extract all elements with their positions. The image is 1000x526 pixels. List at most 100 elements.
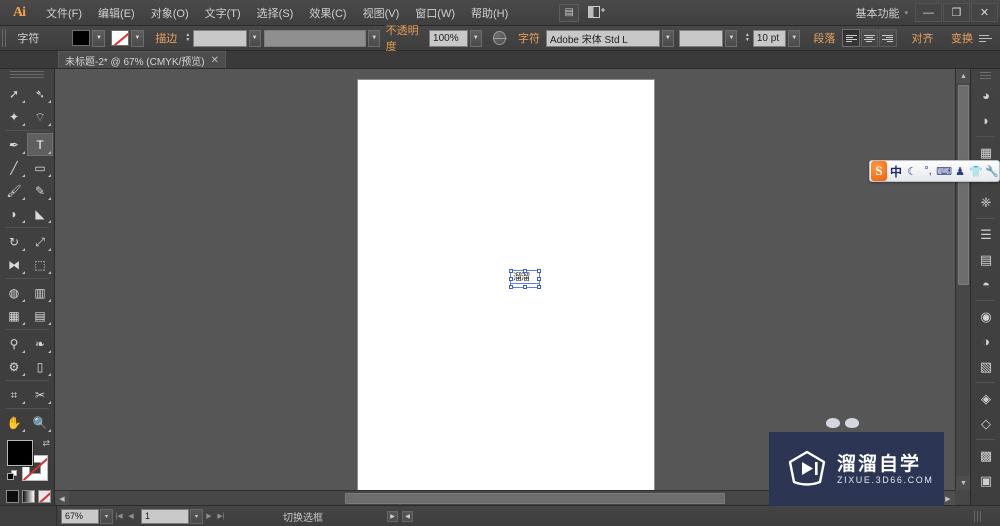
zoom-caret-icon[interactable]: ▾ [100, 508, 113, 524]
first-artboard-button[interactable]: |◀ [113, 509, 125, 524]
stroke-weight-stepper[interactable]: ▲ ▼ [183, 30, 192, 47]
sogou-ime-toolbar[interactable]: S 中 ☾ °, ⌨ ♟ 👕 🔧 [869, 160, 1000, 182]
character-label[interactable]: 字符 [512, 30, 546, 46]
font-family-caret-icon[interactable]: ▼ [661, 29, 674, 47]
column-graph-tool[interactable]: ▯ [27, 355, 53, 378]
menu-type[interactable]: 文字(T) [197, 1, 249, 25]
ime-skin-icon[interactable]: 👕 [969, 162, 983, 180]
menu-window[interactable]: 窗口(W) [407, 1, 463, 25]
default-fill-stroke-icon[interactable] [7, 470, 18, 481]
ime-user-icon[interactable]: ♟ [953, 162, 967, 180]
maximize-button[interactable]: ❐ [943, 3, 970, 22]
symbol-sprayer-tool[interactable]: ⚙ [1, 355, 27, 378]
horizontal-scroll-thumb[interactable] [345, 493, 725, 504]
handle-top-center[interactable] [523, 269, 527, 273]
transform-panel-icon[interactable]: ▤ [971, 247, 1000, 272]
ime-chinese-mode[interactable]: 中 [889, 162, 903, 180]
direct-selection-tool[interactable]: ➴ [27, 82, 53, 105]
fill-swatch[interactable]: ▼ [72, 29, 106, 47]
gradient-button[interactable] [22, 490, 35, 503]
scroll-down-icon[interactable]: ▼ [956, 476, 970, 490]
close-button[interactable]: ✕ [971, 3, 998, 22]
minimize-button[interactable]: — [915, 3, 942, 22]
menu-file[interactable]: 文件(F) [38, 1, 90, 25]
status-message[interactable]: 切换选框 [283, 509, 323, 524]
graphic-styles-panel-icon[interactable]: ◇ [971, 411, 1000, 436]
eraser-tool[interactable]: ◣ [27, 202, 53, 225]
slice-tool[interactable]: ✂ [27, 383, 53, 406]
opacity-caret-icon[interactable]: ▼ [469, 29, 482, 47]
color-panel-icon[interactable]: ◕ [971, 83, 1000, 108]
menu-edit[interactable]: 编辑(E) [90, 1, 143, 25]
scale-tool[interactable]: ⤢ [27, 230, 53, 253]
blob-brush-tool[interactable]: ◗ [1, 202, 27, 225]
status-collapse-icon[interactable]: ◀ [402, 510, 413, 522]
dock-grip[interactable] [980, 72, 991, 81]
panel-grip[interactable] [2, 29, 9, 47]
transparency-panel-icon[interactable]: ▧ [971, 354, 1000, 379]
hand-tool[interactable]: ✋ [1, 411, 27, 434]
pencil-tool[interactable]: ✎ [27, 179, 53, 202]
opacity-label[interactable]: 不透明度 [386, 22, 426, 54]
handle-middle-left[interactable] [509, 277, 513, 281]
menu-object[interactable]: 对象(O) [143, 1, 197, 25]
font-family-select[interactable]: Adobe 宋体 Std L [546, 29, 660, 47]
menu-select[interactable]: 选择(S) [249, 1, 302, 25]
menu-view[interactable]: 视图(V) [355, 1, 408, 25]
paintbrush-tool[interactable]: 🖌 [1, 179, 27, 202]
tools-panel-grip[interactable] [10, 71, 44, 79]
font-style-select[interactable] [679, 29, 724, 47]
pen-tool[interactable]: ✒ [1, 133, 27, 156]
prev-artboard-button[interactable]: ◀ [125, 509, 137, 524]
artboard[interactable] [358, 80, 654, 500]
line-segment-tool[interactable]: ╱ [1, 156, 27, 179]
handle-top-left[interactable] [509, 269, 513, 273]
handle-bottom-center[interactable] [523, 285, 527, 289]
status-expand-icon[interactable]: ▶ [387, 510, 398, 522]
artboard-tool[interactable]: ⌗ [1, 383, 27, 406]
graphic-style-icon[interactable] [493, 31, 508, 45]
ime-halfwidth-icon[interactable]: °, [921, 162, 935, 180]
fill-caret-icon[interactable]: ▼ [92, 29, 106, 47]
handle-top-right[interactable] [537, 269, 541, 273]
mesh-tool[interactable]: ▦ [1, 304, 27, 327]
color-guide-panel-icon[interactable]: ◗ [971, 108, 1000, 133]
lasso-tool[interactable]: ⌔ [27, 105, 53, 128]
eyedropper-tool[interactable]: ⚲ [1, 332, 27, 355]
font-size-input[interactable]: 10 pt [752, 29, 787, 47]
stroke-panel-icon[interactable]: ◉ [971, 304, 1000, 329]
stroke-weight-input[interactable] [193, 29, 247, 47]
swap-fill-stroke-icon[interactable]: ⇄ [42, 438, 50, 449]
rotate-tool[interactable]: ↻ [1, 230, 27, 253]
stroke-swatch[interactable]: ▼ [110, 29, 144, 47]
align-left-button[interactable] [842, 29, 860, 47]
panel-menu-icon[interactable] [979, 30, 992, 46]
scroll-left-icon[interactable]: ◀ [55, 491, 69, 505]
document-tab[interactable]: 未标题-2* @ 67% (CMYK/预览) ✕ [58, 51, 227, 68]
last-artboard-button[interactable]: ▶| [215, 509, 227, 524]
align-center-button[interactable] [860, 29, 879, 47]
blend-tool[interactable]: ❧ [27, 332, 53, 355]
ime-toolbox-icon[interactable]: 🔧 [985, 162, 999, 180]
gradient-tool[interactable]: ▤ [27, 304, 53, 327]
canvas-vertical-scrollbar[interactable]: ▲ ▼ [955, 69, 970, 490]
color-button[interactable] [6, 490, 19, 503]
vertical-scroll-thumb[interactable] [958, 85, 969, 285]
stroke-caret-icon[interactable]: ▼ [130, 29, 144, 47]
handle-bottom-left[interactable] [509, 285, 513, 289]
symbols-panel-icon[interactable]: ❈ [971, 190, 1000, 215]
type-tool[interactable]: T [27, 133, 53, 156]
handle-middle-right[interactable] [537, 277, 541, 281]
next-artboard-button[interactable]: ▶ [203, 509, 215, 524]
free-transform-tool[interactable]: ⬚ [27, 253, 53, 276]
arrange-documents-icon[interactable] [584, 4, 610, 22]
menu-help[interactable]: 帮助(H) [463, 1, 516, 25]
scroll-up-icon[interactable]: ▲ [956, 69, 970, 83]
handle-bottom-right[interactable] [537, 285, 541, 289]
align-panel-icon[interactable]: ☰ [971, 222, 1000, 247]
perspective-grid-tool[interactable]: ▥ [27, 281, 53, 304]
ime-moon-icon[interactable]: ☾ [905, 162, 919, 180]
bridge-icon[interactable]: ▤ [559, 3, 580, 22]
pathfinder-panel-icon[interactable]: ◓ [971, 272, 1000, 297]
close-icon[interactable]: ✕ [211, 55, 219, 66]
